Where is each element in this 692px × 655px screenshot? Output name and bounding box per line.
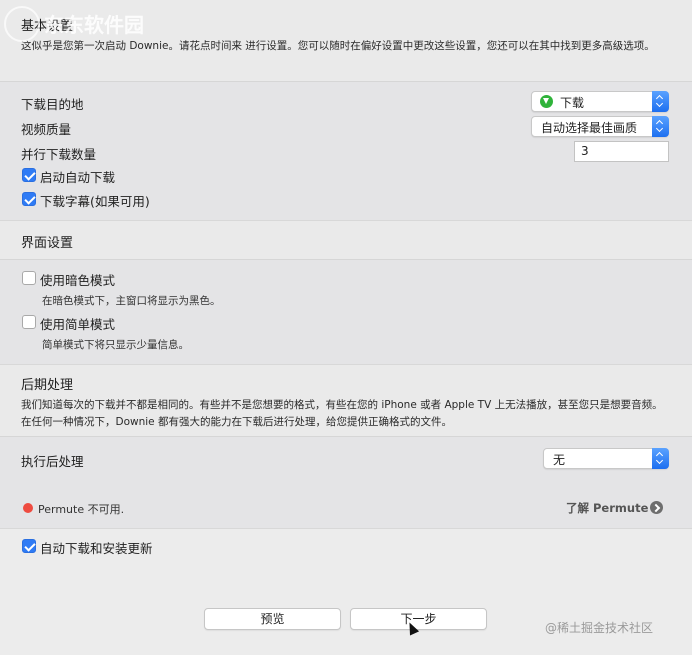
watermark-bottom-text: @稀土掘金技术社区 — [545, 621, 654, 635]
quality-popup-chevron-icon — [652, 116, 669, 137]
destination-popup-chevron-icon — [652, 91, 669, 112]
quality-value: 自动选择最佳画质 — [541, 121, 638, 135]
subtitles-checkbox[interactable] — [22, 192, 36, 206]
postprocess-description: 我们知道每次的下载并不都是相同的。有些并不是您想要的格式，有些在您的 iPhon… — [21, 399, 663, 428]
destination-popup[interactable]: 下载 — [531, 91, 669, 112]
execute-postprocess-value: 无 — [553, 453, 566, 467]
basic-settings-description: 这似乎是您第一次启动 Downie。请花点时间来 进行设置。您可以随时在偏好设置… — [21, 40, 655, 52]
learn-permute-link[interactable]: 了解 Permute — [566, 500, 648, 516]
postprocess-header: 后期处理 我们知道每次的下载并不都是相同的。有些并不是您想要的格式，有些在您的 … — [0, 365, 692, 437]
dark-mode-description: 在暗色模式下，主窗口将显示为黑色。 — [42, 295, 221, 307]
auto-download-checkbox[interactable] — [22, 168, 36, 182]
execute-postprocess-label: 执行后处理 — [21, 454, 84, 469]
dark-mode-label: 使用暗色模式 — [40, 273, 116, 288]
quality-popup[interactable]: 自动选择最佳画质 — [531, 116, 669, 137]
destination-value: 下载 — [560, 96, 585, 110]
watermark-logo-icon — [4, 6, 40, 42]
next-button[interactable]: 下一步 — [350, 608, 487, 630]
auto-update-label: 自动下载和安装更新 — [40, 541, 153, 556]
download-folder-icon — [540, 95, 553, 108]
simple-mode-description: 简单模式下将只显示少量信息。 — [42, 339, 189, 351]
interface-settings-header: 界面设置 — [0, 221, 692, 260]
interface-settings-title: 界面设置 — [21, 236, 74, 251]
execute-popup-chevron-icon — [652, 448, 669, 469]
quality-label: 视频质量 — [21, 122, 72, 137]
auto-update-checkbox[interactable] — [22, 539, 36, 553]
postprocess-title: 后期处理 — [21, 378, 74, 393]
watermark-text: 东东软件园 — [44, 13, 144, 37]
permute-status-text: Permute 不可用. — [38, 503, 125, 516]
parallel-count-field[interactable]: 3 — [574, 141, 669, 162]
dark-mode-checkbox[interactable] — [22, 271, 36, 285]
simple-mode-checkbox[interactable] — [22, 315, 36, 329]
learn-permute-arrow-icon[interactable] — [650, 501, 663, 514]
auto-download-label: 启动自动下载 — [40, 170, 116, 185]
parallel-label: 并行下载数量 — [21, 147, 97, 162]
simple-mode-label: 使用简单模式 — [40, 317, 116, 332]
permute-status-dot-icon — [23, 503, 33, 513]
execute-postprocess-popup[interactable]: 无 — [543, 448, 669, 469]
subtitles-label: 下载字幕(如果可用) — [40, 194, 150, 209]
destination-label: 下载目的地 — [21, 97, 84, 112]
preview-button[interactable]: 预览 — [204, 608, 341, 630]
